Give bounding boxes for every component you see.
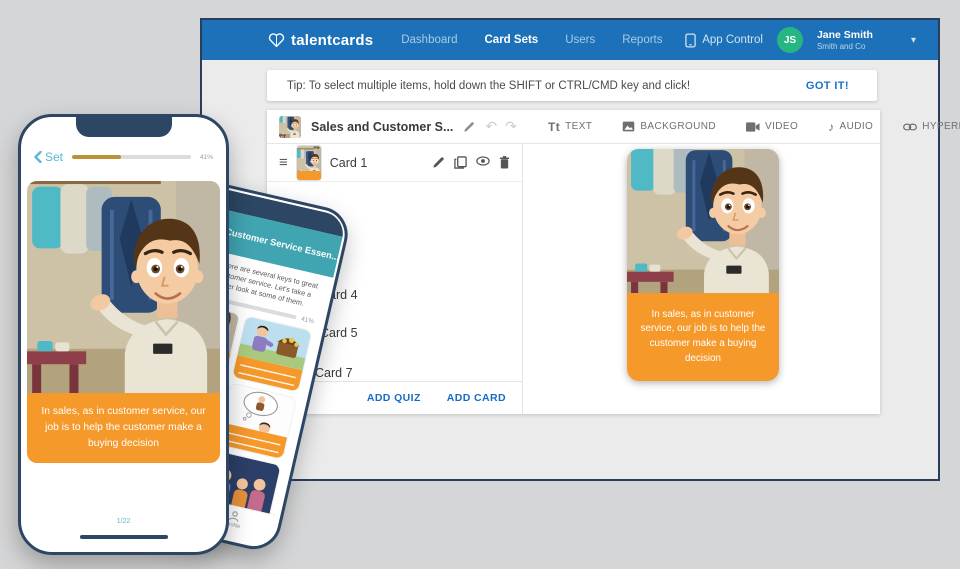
add-quiz-button[interactable]: ADD QUIZ	[367, 392, 421, 404]
player-card-caption: In sales, as in customer service, our jo…	[27, 393, 220, 463]
card-preview[interactable]: In sales, as in customer service, our jo…	[627, 149, 779, 381]
tip-text: Tip: To select multiple items, hold down…	[267, 80, 690, 92]
card-row-actions	[432, 156, 510, 169]
card-1-thumb-caption	[297, 171, 321, 180]
set-title: Sales and Customer S...	[311, 120, 453, 134]
phone-card-player: Set 41%	[18, 114, 229, 555]
back-to-set-button[interactable]: Set	[34, 150, 63, 164]
background-label: BACKGROUND	[640, 121, 716, 132]
user-menu[interactable]: Jane Smith Smith and Co	[817, 29, 873, 51]
panel-divider	[522, 144, 523, 414]
back-label: Set	[45, 150, 63, 164]
nav-reports[interactable]: Reports	[622, 34, 662, 46]
player-card-image	[27, 181, 220, 393]
music-note-icon: ♪	[828, 120, 834, 134]
pencil-icon	[463, 121, 475, 133]
drag-handle-icon[interactable]: ≡	[279, 154, 288, 171]
player-progress-fill	[72, 155, 121, 159]
preview-art	[627, 149, 779, 293]
videocam-icon	[746, 122, 760, 132]
card-tile-treasure[interactable]	[232, 316, 312, 392]
add-card-button[interactable]: ADD CARD	[447, 392, 506, 404]
redo-button[interactable]: ↷	[505, 118, 517, 135]
set-progress-percent: 41%	[300, 315, 314, 325]
got-it-button[interactable]: GOT IT!	[806, 80, 877, 92]
editor-toolbar: Sales and Customer S... ↶ ↷ Tt TEXT	[267, 110, 880, 144]
text-format-label: TEXT	[565, 121, 592, 132]
card-pager: 1/22	[21, 518, 226, 525]
home-indicator[interactable]	[80, 535, 168, 539]
card-1-label: Card 1	[330, 156, 368, 170]
nav-dashboard[interactable]: Dashboard	[401, 34, 457, 46]
duplicate-card-icon[interactable]	[454, 156, 467, 169]
navbar-right: App Control JS Jane Smith Smith and Co ▾	[685, 27, 916, 53]
app-control-button[interactable]: App Control	[685, 33, 763, 48]
card-row-1[interactable]: ≡	[267, 144, 522, 182]
undo-button[interactable]: ↶	[485, 118, 497, 135]
delete-card-icon[interactable]	[499, 156, 510, 169]
background-button[interactable]: BACKGROUND	[622, 121, 716, 132]
card-row-7-label[interactable]: Card 7	[315, 366, 353, 380]
set-title-bar: Sales and Customer S... ↶ ↷	[267, 110, 522, 143]
logo-text: talentcards	[291, 32, 373, 49]
edit-card-icon[interactable]	[432, 156, 445, 169]
image-icon	[622, 121, 635, 132]
nav-card-sets[interactable]: Card Sets	[485, 34, 539, 46]
link-icon	[903, 123, 917, 131]
player-card[interactable]: In sales, as in customer service, our jo…	[27, 181, 220, 463]
player-art	[27, 181, 220, 393]
avatar[interactable]: JS	[777, 27, 803, 53]
talentcards-logo[interactable]: talentcards	[268, 32, 373, 49]
player-progress-track	[72, 155, 191, 159]
card-preview-caption: In sales, as in customer service, our jo…	[627, 293, 779, 381]
audio-label: AUDIO	[840, 121, 874, 132]
mobile-phone-icon	[685, 33, 696, 48]
audio-button[interactable]: ♪ AUDIO	[828, 120, 873, 134]
video-label: VIDEO	[765, 121, 798, 132]
set-thumbnail-art	[279, 116, 301, 138]
text-format-icon: Tt	[548, 120, 560, 134]
hyperlink-label: HYPERLINK	[922, 121, 960, 132]
nav-users[interactable]: Users	[565, 34, 595, 46]
chevron-left-icon	[34, 151, 42, 163]
video-button[interactable]: VIDEO	[746, 121, 798, 132]
player-progress-percent: 41%	[200, 154, 213, 161]
top-navbar: talentcards Dashboard Card Sets Users Re…	[202, 20, 938, 60]
card-set-editor: Sales and Customer S... ↶ ↷ Tt TEXT	[267, 110, 880, 414]
tip-banner: Tip: To select multiple items, hold down…	[267, 70, 877, 101]
phone-notch	[76, 116, 172, 137]
card-preview-image	[627, 149, 779, 293]
chevron-down-icon[interactable]: ▾	[911, 35, 916, 46]
user-name: Jane Smith	[817, 29, 873, 42]
main-nav: Dashboard Card Sets Users Reports	[401, 34, 662, 46]
heart-logo-icon	[268, 32, 285, 49]
format-toolbar: Tt TEXT BACKGROUND	[522, 120, 960, 134]
preview-card-icon[interactable]	[476, 156, 490, 166]
hyperlink-button[interactable]: HYPERLINK	[903, 121, 960, 132]
text-format-button[interactable]: Tt TEXT	[548, 120, 592, 134]
edit-title-button[interactable]	[463, 121, 475, 133]
player-header: Set 41%	[34, 146, 213, 168]
app-control-label: App Control	[702, 34, 763, 46]
set-thumbnail	[279, 116, 301, 138]
undo-redo-group: ↶ ↷	[485, 118, 516, 135]
user-org: Smith and Co	[817, 42, 873, 52]
card-1-thumbnail	[297, 146, 321, 180]
